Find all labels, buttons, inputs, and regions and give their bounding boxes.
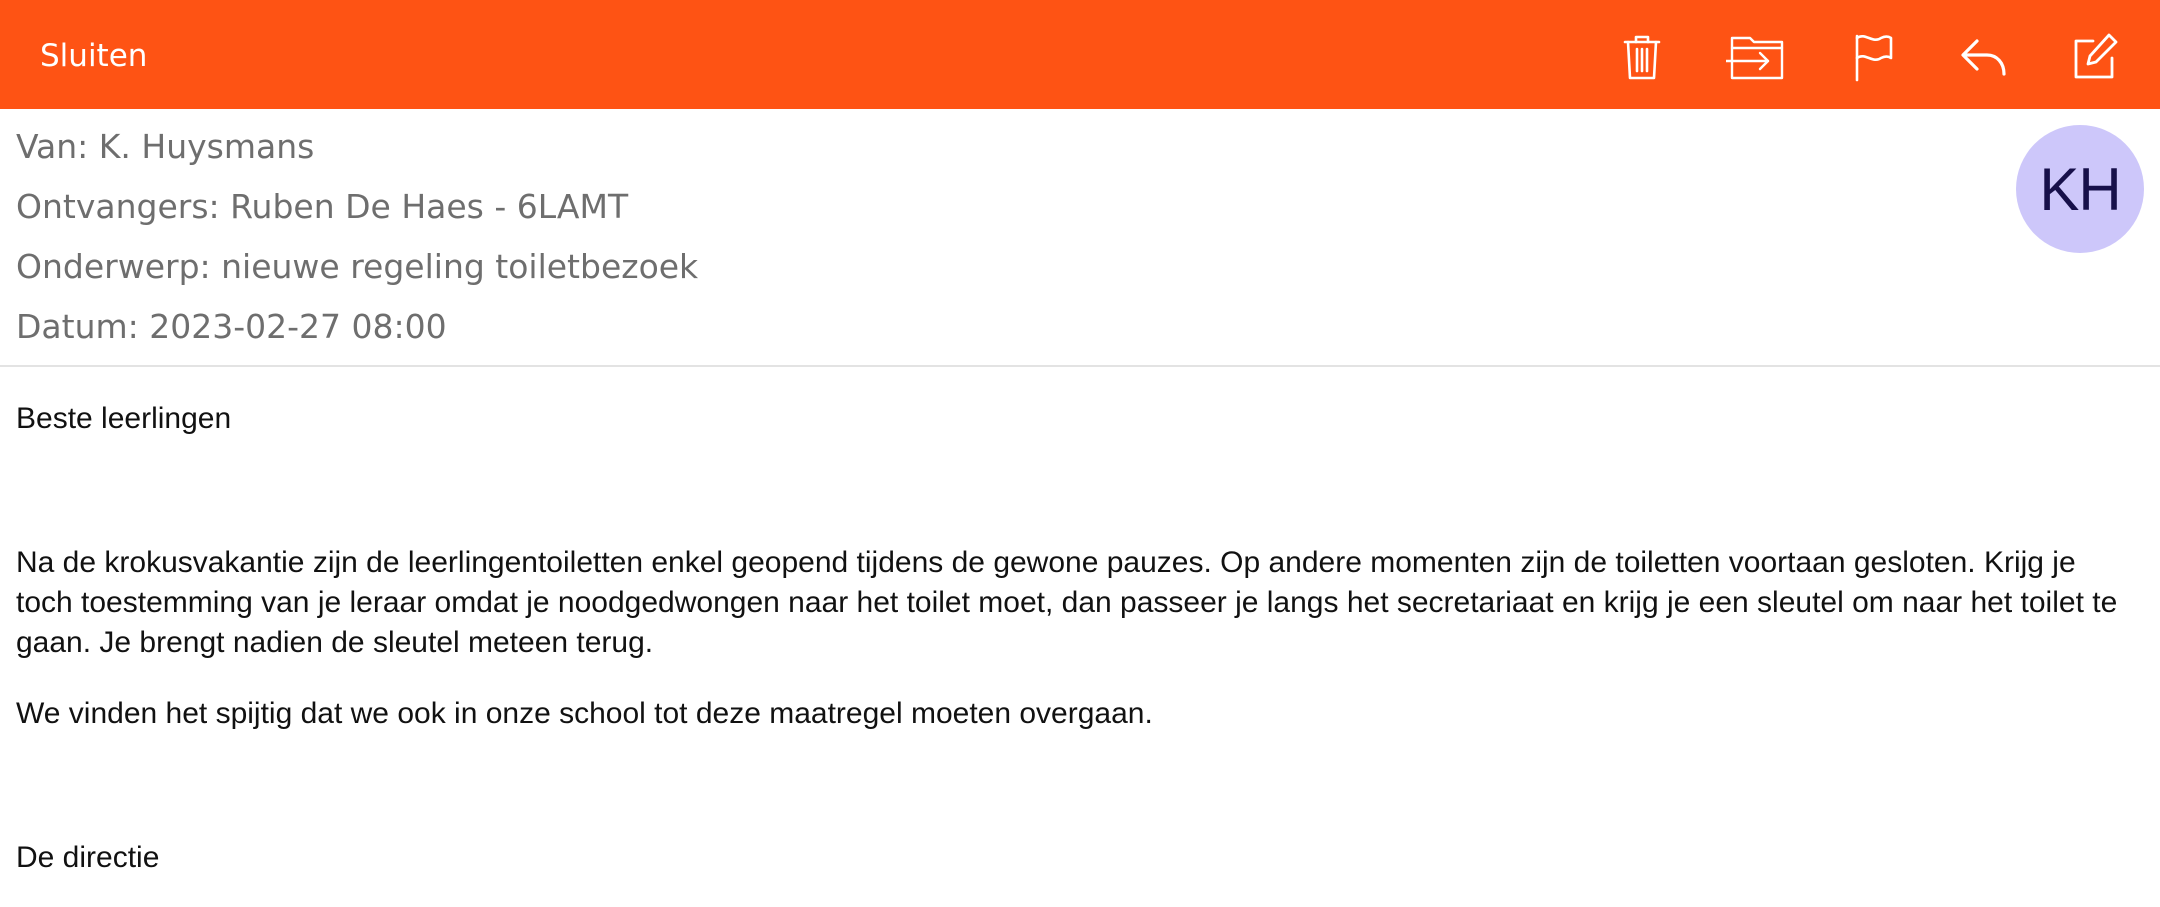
date-line: Datum: 2023-02-27 08:00 xyxy=(16,307,447,346)
compose-icon[interactable] xyxy=(2065,28,2123,86)
greeting: Beste leerlingen xyxy=(16,402,232,435)
recipients-line: Ontvangers: Ruben De Haes - 6LAMT xyxy=(16,187,629,226)
close-button[interactable]: Sluiten xyxy=(40,38,147,74)
top-toolbar: Sluiten xyxy=(0,0,2160,109)
message-paragraph: Na de krokusvakantie zijn de leerlingent… xyxy=(16,546,2118,659)
move-to-folder-icon[interactable] xyxy=(1726,28,1790,86)
subject-line: Onderwerp: nieuwe regeling toiletbezoek xyxy=(16,247,699,286)
flag-icon[interactable] xyxy=(1844,28,1902,86)
message-header: Van: K. Huysmans Ontvangers: Ruben De Ha… xyxy=(0,109,2160,367)
message-paragraph: We vinden het spijtig dat we ook in onze… xyxy=(16,697,1153,730)
trash-icon[interactable] xyxy=(1613,28,1671,86)
reply-icon[interactable] xyxy=(1955,28,2013,86)
avatar: KH xyxy=(2016,125,2144,253)
from-line: Van: K. Huysmans xyxy=(16,127,315,166)
signature: De directie xyxy=(16,841,160,874)
